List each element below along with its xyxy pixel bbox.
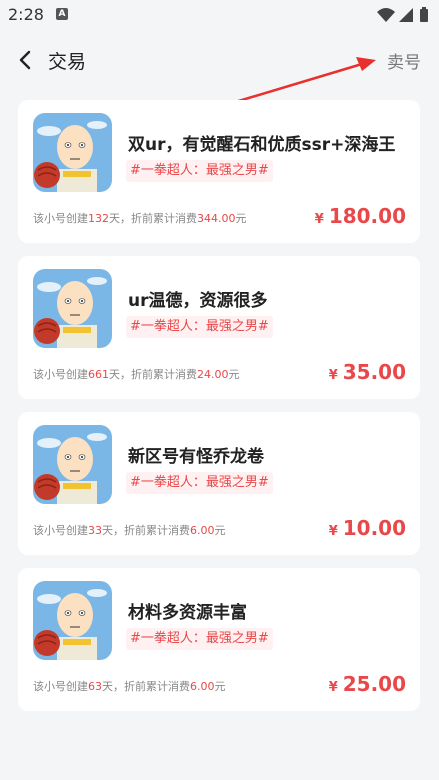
battery-icon — [420, 7, 428, 22]
listing-price: ¥25.00 — [328, 672, 406, 696]
currency-symbol: ¥ — [328, 368, 338, 383]
game-avatar — [33, 113, 112, 192]
back-button[interactable] — [12, 46, 40, 74]
listing-title: 材料多资源丰富 — [128, 603, 247, 623]
signal-icon — [399, 8, 413, 22]
currency-symbol: ¥ — [328, 524, 338, 539]
nav-bar: 交易 卖号 — [0, 38, 439, 82]
listing-meta: 该小号创建63天，折前累计消费6.00元 — [33, 680, 226, 693]
game-tag: #一拳超人：最强之男# — [126, 160, 273, 182]
total-spent: 24.00 — [197, 368, 229, 381]
listing-card[interactable]: ur温德，资源很多 #一拳超人：最强之男# 该小号创建661天，折前累计消费24… — [18, 256, 420, 399]
status-time: 2:28 — [8, 5, 44, 24]
wifi-icon — [377, 8, 395, 22]
account-age-days: 661 — [88, 368, 109, 381]
listing-card[interactable]: 材料多资源丰富 #一拳超人：最强之男# 该小号创建63天，折前累计消费6.00元… — [18, 568, 420, 711]
listing-title: ur温德，资源很多 — [128, 291, 268, 311]
one-punch-man-game-icon — [33, 425, 112, 504]
game-avatar — [33, 425, 112, 504]
account-age-days: 63 — [88, 680, 102, 693]
listing-meta: 该小号创建132天，折前累计消费344.00元 — [33, 212, 247, 225]
chevron-left-icon — [19, 50, 31, 70]
status-bar: 2:28 A — [0, 0, 439, 30]
total-spent: 344.00 — [197, 212, 236, 225]
account-age-days: 33 — [88, 524, 102, 537]
currency-symbol: ¥ — [314, 212, 324, 227]
one-punch-man-game-icon — [33, 113, 112, 192]
listing-price: ¥10.00 — [328, 516, 406, 540]
total-spent: 6.00 — [190, 680, 215, 693]
listing-meta: 该小号创建661天，折前累计消费24.00元 — [33, 368, 240, 381]
game-tag: #一拳超人：最强之男# — [126, 472, 273, 494]
listing-title: 新区号有怪乔龙卷 — [128, 447, 264, 467]
page-title: 交易 — [48, 51, 87, 73]
game-avatar — [33, 581, 112, 660]
game-tag: #一拳超人：最强之男# — [126, 628, 273, 650]
one-punch-man-game-icon — [33, 269, 112, 348]
notification-icon: A — [56, 8, 68, 20]
currency-symbol: ¥ — [328, 680, 338, 695]
listing-meta: 该小号创建33天，折前累计消费6.00元 — [33, 524, 226, 537]
listing-price: ¥180.00 — [314, 204, 406, 228]
listing-title: 双ur，有觉醒石和优质ssr+深海王 — [128, 135, 396, 155]
listing-card[interactable]: 新区号有怪乔龙卷 #一拳超人：最强之男# 该小号创建33天，折前累计消费6.00… — [18, 412, 420, 555]
total-spent: 6.00 — [190, 524, 215, 537]
status-icons — [375, 6, 435, 24]
one-punch-man-game-icon — [33, 581, 112, 660]
account-age-days: 132 — [88, 212, 109, 225]
listing-price: ¥35.00 — [328, 360, 406, 384]
game-tag: #一拳超人：最强之男# — [126, 316, 273, 338]
listing-card[interactable]: 双ur，有觉醒石和优质ssr+深海王 #一拳超人：最强之男# 该小号创建132天… — [18, 100, 420, 243]
sell-account-button[interactable]: 卖号 — [387, 48, 421, 73]
game-avatar — [33, 269, 112, 348]
